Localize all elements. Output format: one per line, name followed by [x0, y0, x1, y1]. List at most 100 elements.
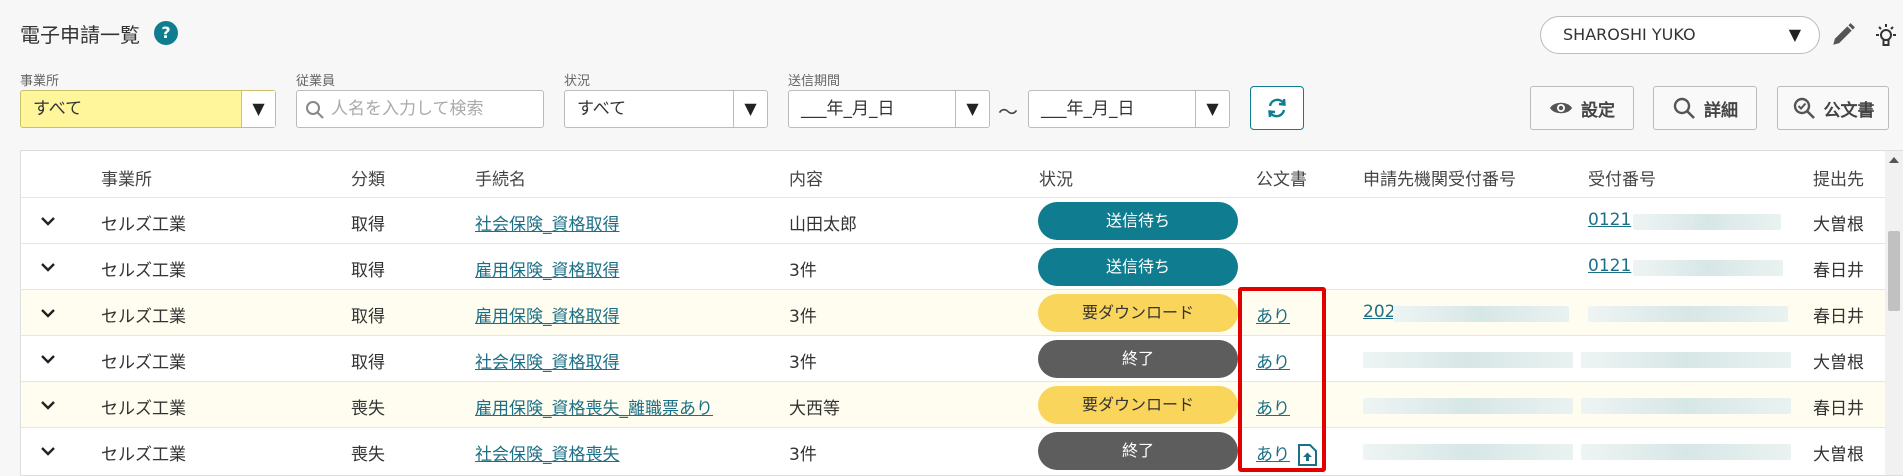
col-header-status[interactable]: 状況	[1039, 165, 1073, 190]
cell-category: 喪失	[351, 399, 385, 419]
page-title: 電子申請一覧	[20, 23, 140, 47]
chevron-down-icon[interactable]	[39, 396, 57, 414]
refresh-icon	[1268, 98, 1286, 118]
chevron-down-icon[interactable]	[39, 258, 57, 276]
cell-content: 3件	[789, 445, 817, 465]
cell-procedure-link[interactable]: 社会保険_資格取得	[475, 210, 620, 235]
caret-down-icon: ▼	[1788, 25, 1801, 44]
redacted-value	[1363, 398, 1573, 414]
caret-down-icon: ▼	[1195, 91, 1229, 127]
help-icon[interactable]: ?	[154, 21, 178, 45]
cell-office: セルズ工業	[101, 261, 186, 281]
cell-content: 大西等	[789, 399, 840, 419]
period-from-value: ___年_月_日	[801, 99, 895, 119]
employee-filter-label: 従業員	[296, 74, 336, 89]
table-row[interactable]: セルズ工業 取得 社会保険_資格取得 山田太郎 送信待ち 0121 大曽根	[21, 197, 1886, 243]
cell-receipt-no-link[interactable]: 0121	[1588, 256, 1631, 276]
col-header-category[interactable]: 分類	[351, 165, 385, 190]
period-to-value: ___年_月_日	[1041, 99, 1135, 119]
table-row[interactable]: セルズ工業 取得 雇用保険_資格取得 3件 要ダウンロード あり 202 春日井	[21, 289, 1886, 335]
cell-office: セルズ工業	[101, 445, 186, 465]
cell-content: 3件	[789, 353, 817, 373]
table-scrollbar[interactable]	[1885, 151, 1903, 475]
pencil-icon[interactable]	[1830, 22, 1856, 48]
cell-agency-no-link[interactable]: 202	[1363, 302, 1395, 322]
redacted-value	[1633, 214, 1781, 230]
official-docs-button-label: 公文書	[1823, 100, 1875, 121]
redacted-value	[1581, 352, 1791, 368]
col-header-procedure[interactable]: 手続名	[475, 165, 526, 190]
col-header-official[interactable]: 公文書	[1256, 165, 1307, 190]
user-select[interactable]: SHAROSHI YUKO ▼	[1540, 16, 1820, 54]
cell-office: セルズ工業	[101, 399, 186, 419]
cell-office: セルズ工業	[101, 353, 186, 373]
period-to-select[interactable]: ___年_月_日 ▼	[1028, 90, 1230, 128]
col-header-content[interactable]: 内容	[789, 165, 823, 190]
redacted-value	[1393, 306, 1569, 322]
status-badge: 送信待ち	[1038, 202, 1238, 240]
table-header: 事業所 分類 手続名 内容 状況 公文書 申請先機関受付番号 受付番号 提出先	[21, 151, 1886, 197]
official-docs-button[interactable]: 公文書	[1777, 86, 1889, 130]
cell-procedure-link[interactable]: 雇用保険_資格取得	[475, 302, 620, 327]
status-select[interactable]: すべて ▼	[564, 90, 768, 128]
cell-content: 3件	[789, 261, 817, 281]
details-button-label: 詳細	[1704, 100, 1738, 121]
employee-search-input[interactable]: 人名を入力して検索	[296, 90, 544, 128]
cell-destination: 春日井	[1813, 399, 1864, 419]
refresh-button[interactable]	[1250, 86, 1304, 130]
cell-category: 取得	[351, 215, 385, 235]
table-row[interactable]: セルズ工業 取得 雇用保険_資格取得 3件 送信待ち 0121 春日井	[21, 243, 1886, 289]
lightbulb-icon[interactable]	[1872, 22, 1900, 50]
cell-destination: 春日井	[1813, 261, 1864, 281]
cell-office: セルズ工業	[101, 307, 186, 327]
cell-destination: 大曽根	[1813, 353, 1864, 373]
user-name: SHAROSHI YUKO	[1563, 25, 1696, 44]
search-icon	[306, 101, 324, 119]
status-select-value: すべて	[577, 99, 627, 119]
scrollbar-thumb[interactable]	[1888, 231, 1900, 311]
col-header-receipt-no[interactable]: 受付番号	[1588, 165, 1656, 190]
search-icon	[1673, 97, 1695, 119]
cell-procedure-link[interactable]: 社会保険_資格喪失	[475, 440, 620, 465]
table-row[interactable]: セルズ工業 取得 社会保険_資格取得 3件 終了 あり 大曽根	[21, 335, 1886, 381]
redacted-value	[1363, 444, 1573, 460]
cell-destination: 大曽根	[1813, 445, 1864, 465]
status-filter-label: 状況	[564, 74, 591, 89]
redacted-value	[1633, 260, 1783, 276]
office-filter-label: 事業所	[20, 74, 60, 89]
status-badge: 要ダウンロード	[1038, 294, 1238, 332]
details-button[interactable]: 詳細	[1653, 86, 1757, 130]
cell-receipt-no-link[interactable]: 0121	[1588, 210, 1631, 230]
caret-down-icon: ▼	[733, 91, 767, 127]
chevron-down-icon[interactable]	[39, 350, 57, 368]
period-separator: ～	[998, 100, 1018, 124]
office-select[interactable]: すべて ▼	[20, 90, 276, 128]
settings-button-label: 設定	[1581, 100, 1615, 121]
cell-procedure-link[interactable]: 雇用保険_資格喪失_離職票あり	[475, 394, 713, 419]
col-header-agency-no[interactable]: 申請先機関受付番号	[1363, 165, 1516, 190]
status-badge: 要ダウンロード	[1038, 386, 1238, 424]
chevron-down-icon[interactable]	[39, 212, 57, 230]
settings-button[interactable]: 設定	[1530, 86, 1634, 130]
chevron-down-icon[interactable]	[39, 304, 57, 322]
caret-down-icon: ▼	[241, 91, 275, 127]
cell-category: 取得	[351, 353, 385, 373]
cell-destination: 大曽根	[1813, 215, 1864, 235]
col-header-destination[interactable]: 提出先	[1813, 165, 1864, 190]
cell-procedure-link[interactable]: 雇用保険_資格取得	[475, 256, 620, 281]
period-filter-label: 送信期間	[788, 74, 841, 89]
applications-table: 事業所 分類 手続名 内容 状況 公文書 申請先機関受付番号 受付番号 提出先 …	[20, 150, 1903, 476]
cell-office: セルズ工業	[101, 215, 186, 235]
table-row[interactable]: セルズ工業 喪失 雇用保険_資格喪失_離職票あり 大西等 要ダウンロード あり …	[21, 381, 1886, 427]
col-header-office[interactable]: 事業所	[101, 165, 152, 190]
status-badge: 終了	[1038, 432, 1238, 470]
period-from-select[interactable]: ___年_月_日 ▼	[788, 90, 990, 128]
cell-content: 3件	[789, 307, 817, 327]
table-row[interactable]: セルズ工業 喪失 社会保険_資格喪失 3件 終了 あり 大曽根	[21, 427, 1886, 473]
scroll-up-arrow-icon[interactable]	[1889, 157, 1899, 163]
redacted-value	[1363, 352, 1573, 368]
office-select-value: すべて	[33, 99, 83, 119]
chevron-down-icon[interactable]	[39, 442, 57, 460]
redacted-value	[1581, 398, 1791, 414]
cell-procedure-link[interactable]: 社会保険_資格取得	[475, 348, 620, 373]
